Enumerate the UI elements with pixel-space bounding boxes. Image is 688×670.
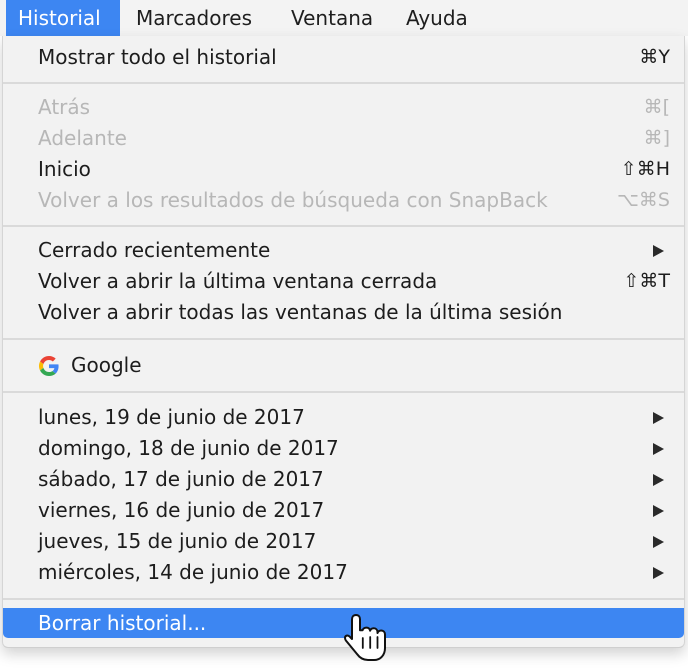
menu-item-label: Inicio: [38, 157, 91, 181]
menu-item-label: Volver a los resultados de búsqueda con …: [38, 188, 548, 212]
menu-item-label: sábado, 17 de junio de 2017: [38, 467, 324, 491]
menu-item-recently-closed[interactable]: Cerrado recientemente: [3, 235, 684, 266]
submenu-arrow-icon: [653, 505, 664, 517]
submenu-arrow-icon: [653, 536, 664, 548]
shortcut-label: ⌥⌘S: [617, 189, 670, 211]
menu-bar: Historial Marcadores Ventana Ayuda: [0, 0, 688, 36]
shortcut-label: ⌘Y: [639, 46, 670, 68]
menu-item-day[interactable]: miércoles, 14 de junio de 2017: [3, 557, 684, 588]
menu-item-label: jueves, 15 de junio de 2017: [38, 529, 317, 553]
shortcut-label: ⇧⌘T: [623, 270, 670, 292]
menu-item-label: Volver a abrir todas las ventanas de la …: [38, 300, 563, 324]
menu-item-home[interactable]: Inicio ⇧⌘H: [3, 154, 684, 185]
menubar-item-ventana[interactable]: Ventana: [279, 0, 385, 36]
menu-item-label: Borrar historial...: [38, 611, 207, 635]
submenu-arrow-icon: [653, 245, 664, 257]
submenu-arrow-icon: [653, 474, 664, 486]
submenu-arrow-icon: [653, 412, 664, 424]
menu-item-reopen-all-windows[interactable]: Volver a abrir todas las ventanas de la …: [3, 297, 684, 328]
menu-item-label: viernes, 16 de junio de 2017: [38, 498, 325, 522]
shortcut-label: ⌘]: [643, 127, 670, 149]
menu-item-label: miércoles, 14 de junio de 2017: [38, 560, 348, 584]
menu-item-snapback[interactable]: Volver a los resultados de búsqueda con …: [3, 185, 684, 216]
history-menu: Mostrar todo el historial ⌘Y Atrás ⌘[ Ad…: [2, 36, 685, 648]
menu-item-label: Google: [71, 353, 142, 377]
menu-item-label: Volver a abrir la última ventana cerrada: [38, 269, 438, 293]
submenu-arrow-icon: [653, 567, 664, 579]
menu-item-forward[interactable]: Adelante ⌘]: [3, 123, 684, 154]
shortcut-label: ⌘[: [643, 96, 670, 118]
submenu-arrow-icon: [653, 443, 664, 455]
menu-item-label: domingo, 18 de junio de 2017: [38, 436, 339, 460]
menu-separator: [3, 391, 684, 393]
menu-item-show-all-history[interactable]: Mostrar todo el historial ⌘Y: [3, 42, 684, 73]
menu-item-label: lunes, 19 de junio de 2017: [38, 405, 305, 429]
menu-item-day[interactable]: lunes, 19 de junio de 2017: [3, 402, 684, 433]
menu-item-day[interactable]: domingo, 18 de junio de 2017: [3, 433, 684, 464]
menubar-item-marcadores[interactable]: Marcadores: [124, 0, 264, 36]
menu-item-google[interactable]: Google: [3, 350, 684, 381]
menu-separator: [3, 225, 684, 227]
menu-item-label: Atrás: [38, 95, 91, 119]
shortcut-label: ⇧⌘H: [620, 158, 670, 180]
menubar-item-historial[interactable]: Historial: [6, 0, 120, 36]
menu-separator: [3, 598, 684, 600]
menu-item-label: Cerrado recientemente: [38, 238, 271, 262]
hand-pointer-cursor-icon: [344, 614, 386, 661]
menu-item-day[interactable]: sábado, 17 de junio de 2017: [3, 464, 684, 495]
menu-item-back[interactable]: Atrás ⌘[: [3, 92, 684, 123]
menubar-item-ayuda[interactable]: Ayuda: [394, 0, 480, 36]
menu-item-label: Mostrar todo el historial: [38, 45, 277, 69]
menu-item-reopen-last-window[interactable]: Volver a abrir la última ventana cerrada…: [3, 266, 684, 297]
menu-item-label: Adelante: [38, 126, 127, 150]
menu-separator: [3, 338, 684, 340]
menu-item-day[interactable]: viernes, 16 de junio de 2017: [3, 495, 684, 526]
menu-separator: [3, 82, 684, 84]
menu-item-day[interactable]: jueves, 15 de junio de 2017: [3, 526, 684, 557]
google-g-icon: [39, 356, 59, 376]
